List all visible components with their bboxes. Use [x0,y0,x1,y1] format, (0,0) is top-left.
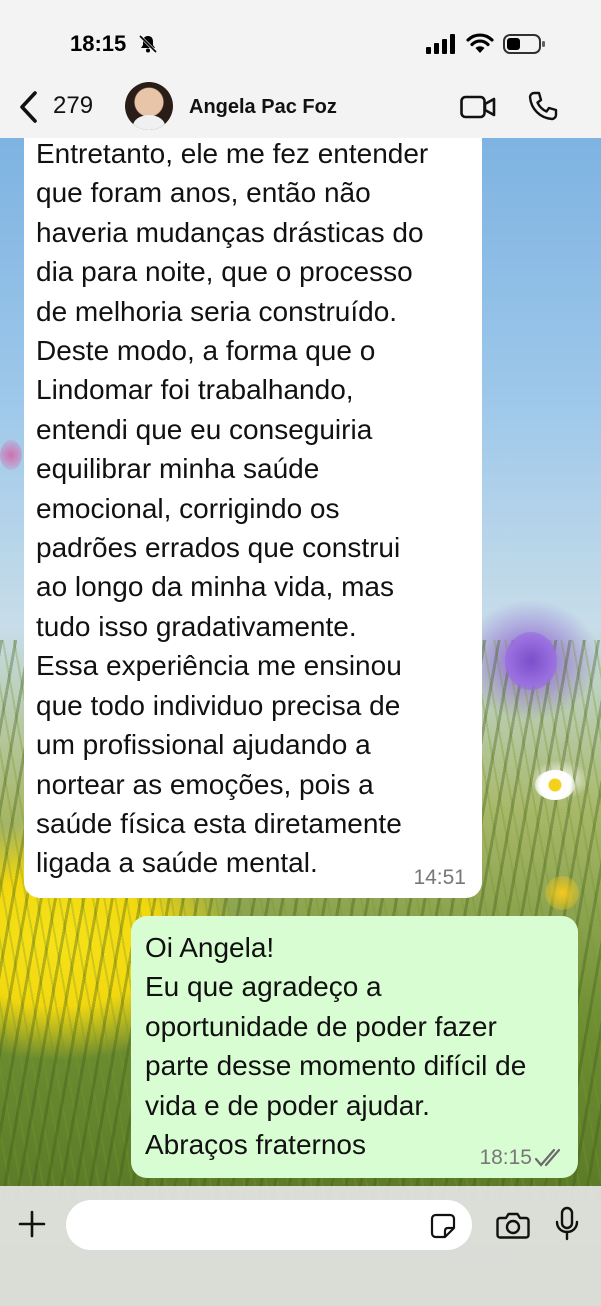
avatar[interactable] [125,82,173,130]
plus-icon[interactable] [18,1210,46,1238]
video-call-icon[interactable] [460,94,496,120]
phone-call-icon[interactable] [527,90,559,122]
wallpaper-flower [505,632,557,690]
message-composer [0,1186,601,1306]
unread-count[interactable]: 279 [53,92,93,120]
avatar-body [133,115,165,130]
wallpaper-flower [535,770,575,800]
contact-name[interactable]: Angela Pac Foz [189,96,337,119]
message-time: 18:15 [479,1146,532,1169]
status-bar: 18:15 [0,0,601,80]
incoming-message[interactable]: Entretanto, ele me fez entender que fora… [24,120,482,898]
message-input[interactable] [66,1200,472,1250]
signal-icon [426,34,455,54]
message-time: 14:51 [413,866,466,889]
microphone-icon[interactable] [554,1206,580,1242]
status-time: 18:15 [70,31,127,56]
read-receipt-icon [534,1148,561,1167]
outgoing-message[interactable]: Oi Angela! Eu que agradeço a oportunidad… [131,916,578,1178]
wallpaper-flower [545,876,579,910]
sticker-icon[interactable] [430,1213,456,1239]
wifi-icon [466,33,494,53]
camera-icon[interactable] [496,1210,530,1240]
back-chevron-icon[interactable] [18,90,40,124]
battery-icon [503,34,545,54]
message-text: Oi Angela! Eu que agradeço a oportunidad… [145,932,527,1161]
chat-header: 279 Angela Pac Foz [0,80,601,138]
wallpaper-flower [0,440,22,470]
message-text: Entretanto, ele me fez entender que fora… [36,138,429,879]
bell-off-icon [138,34,158,54]
